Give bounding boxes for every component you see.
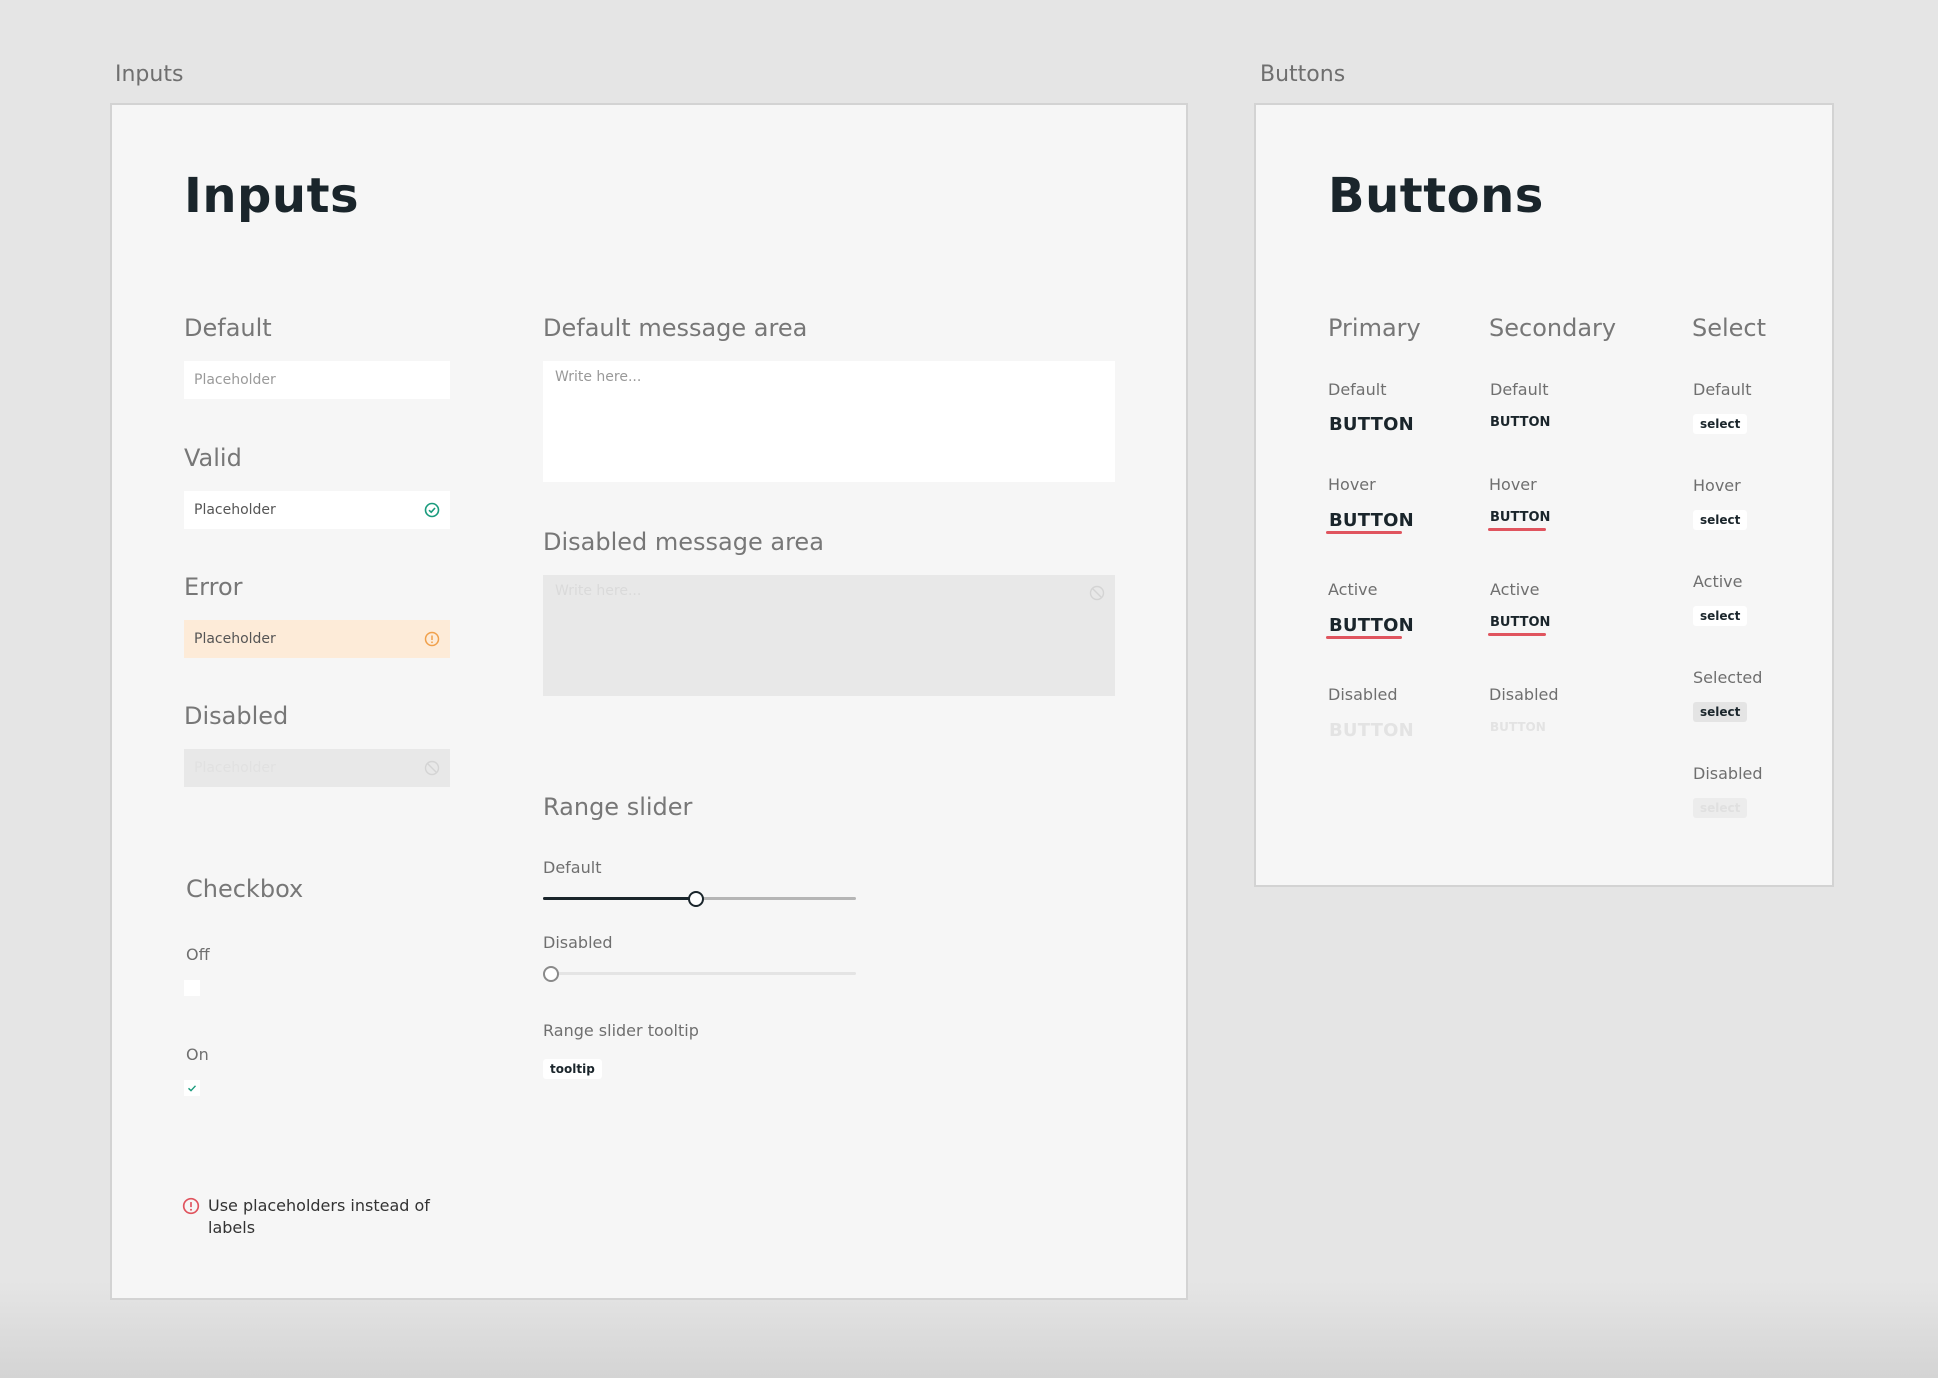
checkbox-on-label: On <box>186 1045 209 1064</box>
error-input-label: Error <box>184 573 243 601</box>
secondary-disabled-label: Disabled <box>1489 685 1559 704</box>
range-slider-default[interactable] <box>543 891 856 907</box>
secondary-button-active[interactable]: BUTTON <box>1490 615 1550 630</box>
default-input[interactable]: Placeholder <box>184 361 450 399</box>
disabled-area-placeholder: Write here... <box>555 583 642 599</box>
secondary-title: Secondary <box>1489 314 1617 342</box>
primary-button-active[interactable]: BUTTON <box>1329 615 1414 636</box>
slider-track <box>543 972 856 975</box>
disabled-message-area: Write here... <box>543 575 1115 696</box>
select-chip-active[interactable]: select <box>1693 606 1748 626</box>
buttons-frame-label: Buttons <box>1260 62 1346 87</box>
select-chip-disabled: select <box>1693 798 1748 818</box>
inputs-title: Inputs <box>184 168 360 224</box>
buttons-title: Buttons <box>1328 168 1544 224</box>
valid-input[interactable]: Placeholder <box>184 491 450 529</box>
select-hover-label: Hover <box>1693 476 1741 495</box>
range-tooltip: tooltip <box>543 1059 602 1079</box>
select-chip-hover[interactable]: select <box>1693 510 1748 530</box>
disabled-area-label: Disabled message area <box>543 528 824 556</box>
default-message-area[interactable]: Write here... <box>543 361 1115 482</box>
checkbox-title: Checkbox <box>186 875 304 903</box>
select-disabled-label: Disabled <box>1693 764 1763 783</box>
disabled-input-label: Disabled <box>184 702 289 730</box>
default-input-label: Default <box>184 314 272 342</box>
slider-fill <box>543 897 697 900</box>
inputs-frame-label: Inputs <box>115 62 184 87</box>
secondary-button-default[interactable]: BUTTON <box>1490 415 1550 430</box>
select-default-label: Default <box>1693 380 1752 399</box>
primary-disabled-label: Disabled <box>1328 685 1398 704</box>
error-input-placeholder: Placeholder <box>194 631 276 647</box>
secondary-default-label: Default <box>1490 380 1549 399</box>
default-area-placeholder: Write here... <box>555 369 642 385</box>
checkbox-off[interactable] <box>184 980 200 996</box>
hover-underline <box>1488 528 1546 531</box>
primary-button-disabled: BUTTON <box>1329 720 1414 741</box>
disabled-circle-icon <box>1089 585 1105 601</box>
checkbox-on[interactable] <box>184 1080 200 1096</box>
select-chip-default[interactable]: select <box>1693 414 1748 434</box>
default-input-placeholder: Placeholder <box>194 372 276 388</box>
active-underline <box>1488 633 1546 636</box>
placeholder-note: Use placeholders instead of labels <box>208 1196 430 1237</box>
range-slider-disabled <box>543 966 856 982</box>
range-default-label: Default <box>543 858 602 877</box>
inputs-frame: Inputs Default Placeholder Valid Placeho… <box>110 103 1188 1300</box>
secondary-hover-label: Hover <box>1489 475 1537 494</box>
active-underline <box>1326 636 1402 639</box>
checkbox-off-label: Off <box>186 945 210 964</box>
disabled-input: Placeholder <box>184 749 450 787</box>
select-active-label: Active <box>1693 572 1743 591</box>
primary-title: Primary <box>1328 314 1421 342</box>
secondary-button-disabled: BUTTON <box>1490 720 1546 734</box>
check-circle-icon <box>424 502 440 518</box>
error-input[interactable]: Placeholder <box>184 620 450 658</box>
secondary-button-hover[interactable]: BUTTON <box>1490 510 1550 525</box>
range-disabled-label: Disabled <box>543 933 613 952</box>
error-circle-icon <box>424 631 440 647</box>
primary-active-label: Active <box>1328 580 1378 599</box>
slider-handle <box>543 966 559 982</box>
select-selected-label: Selected <box>1693 668 1763 687</box>
alert-circle-icon <box>182 1197 200 1215</box>
valid-input-placeholder: Placeholder <box>194 502 276 518</box>
primary-hover-label: Hover <box>1328 475 1376 494</box>
range-tooltip-label: Range slider tooltip <box>543 1021 699 1040</box>
secondary-active-label: Active <box>1490 580 1540 599</box>
disabled-circle-icon <box>424 760 440 776</box>
check-icon <box>188 1085 197 1092</box>
disabled-input-placeholder: Placeholder <box>194 760 276 776</box>
primary-default-label: Default <box>1328 380 1387 399</box>
valid-input-label: Valid <box>184 444 242 472</box>
slider-handle[interactable] <box>688 891 705 907</box>
primary-button-hover[interactable]: BUTTON <box>1329 510 1414 531</box>
hover-underline <box>1326 531 1402 534</box>
primary-button-default[interactable]: BUTTON <box>1329 414 1414 435</box>
select-title: Select <box>1692 314 1767 342</box>
default-area-label: Default message area <box>543 314 808 342</box>
range-slider-title: Range slider <box>543 793 693 821</box>
buttons-frame: Buttons Primary Default BUTTON Hover BUT… <box>1254 103 1834 887</box>
select-chip-selected[interactable]: select <box>1693 702 1748 722</box>
